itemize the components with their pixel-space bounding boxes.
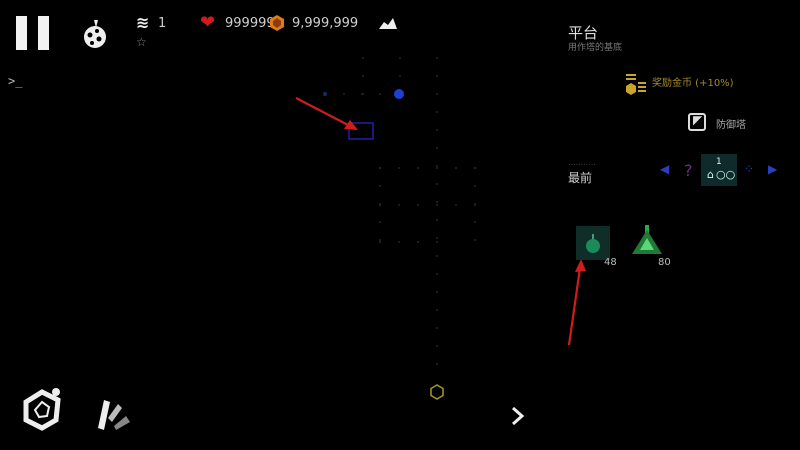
grid-dot	[398, 204, 400, 206]
reward-label: 奖励金币 (+10%)	[652, 78, 734, 89]
game-map[interactable]	[0, 0, 800, 450]
tower-mode-toggle[interactable]: ◤	[688, 113, 706, 131]
map-grid-dots	[325, 57, 476, 365]
grid-dot	[474, 185, 476, 187]
coin-icon	[270, 15, 284, 31]
grid-dot	[436, 75, 438, 77]
grid-dot	[436, 345, 438, 347]
grid-dot	[436, 147, 438, 149]
grid-dot	[379, 93, 381, 95]
green-tower-icon	[632, 225, 662, 254]
grid-dot	[436, 167, 438, 169]
priority-level: 1	[716, 157, 722, 167]
grid-dot	[379, 239, 381, 241]
panel-subtitle: 用作塔的基底	[568, 43, 623, 53]
priority-selected-slot[interactable]: 1 ⌂ ○○	[701, 154, 737, 186]
wave-icon: ≋	[136, 13, 150, 32]
chart-icon[interactable]	[378, 16, 398, 30]
grid-dot	[436, 327, 438, 329]
grid-dot	[436, 111, 438, 113]
grid-dot	[399, 57, 401, 59]
priority-next-arrow[interactable]: ▶	[768, 162, 777, 176]
grid-dot	[436, 183, 438, 185]
priority-hint: ...........	[568, 158, 596, 167]
grid-dot	[436, 255, 438, 257]
grid-dot	[474, 221, 476, 223]
enemy-spawn-portal	[394, 89, 404, 99]
grid-dot	[436, 237, 438, 239]
grid-dot	[455, 167, 457, 169]
waves-value: 1	[158, 16, 167, 31]
tower-cost-green: 80	[658, 257, 671, 268]
grid-dot	[417, 167, 419, 169]
grid-dot	[398, 167, 400, 169]
grid-dot	[379, 203, 381, 205]
research-icon[interactable]	[80, 18, 110, 50]
grid-dot	[379, 241, 381, 243]
annotation-arrow-tower	[567, 259, 586, 346]
next-icon[interactable]	[510, 406, 526, 426]
grid-dot	[436, 204, 438, 206]
grid-dot	[436, 57, 438, 59]
grid-dot	[436, 165, 438, 167]
grid-dot	[436, 241, 438, 243]
speed-icon[interactable]	[96, 398, 132, 432]
grid-dot	[399, 75, 401, 77]
grid-dot	[362, 57, 364, 59]
priority-unknown: ?	[684, 161, 693, 180]
tower-mode-label: 防御塔	[716, 120, 746, 131]
grid-dot	[379, 185, 381, 187]
core-icon[interactable]	[20, 386, 64, 432]
core-hex[interactable]	[430, 384, 444, 400]
grid-dot	[398, 241, 400, 243]
reward-coins-icon	[626, 74, 646, 95]
waves-counter: ≋ 1 ☆	[136, 13, 196, 55]
infinity-icon: ○○	[716, 168, 736, 181]
turret-icon: ◤	[693, 113, 703, 127]
grid-dot	[436, 291, 438, 293]
tower-button-basic[interactable]	[576, 226, 610, 260]
grid-dot	[436, 309, 438, 311]
grid-dot	[436, 363, 438, 365]
grid-dot	[436, 273, 438, 275]
grid-dot	[379, 167, 381, 169]
grid-dot	[417, 204, 419, 206]
tower-button-green[interactable]	[630, 224, 664, 258]
priority-label: 最前	[568, 171, 593, 185]
pause-button[interactable]	[16, 16, 50, 50]
coins-value: 9,999,999	[292, 16, 359, 31]
basic-tower-icon	[586, 234, 600, 253]
heart-icon: ❤	[200, 12, 216, 33]
priority-prev-arrow[interactable]: ◀	[660, 162, 669, 176]
grid-dot	[455, 204, 457, 206]
grid-dot	[436, 129, 438, 131]
grid-dot	[379, 221, 381, 223]
grid-dot	[362, 75, 364, 77]
grid-dot	[474, 167, 476, 169]
console-button[interactable]: >_	[8, 74, 22, 88]
grid-dot	[474, 203, 476, 205]
grid-dot	[436, 201, 438, 203]
grid-dot	[417, 241, 419, 243]
tower-cost-basic: 48	[604, 257, 617, 268]
annotation-arrow-map	[295, 97, 358, 130]
house-icon: ⌂	[707, 168, 714, 181]
grid-dot	[436, 93, 438, 95]
star-icon: ☆	[136, 35, 147, 49]
grid-dot	[474, 239, 476, 241]
grid-dot	[436, 219, 438, 221]
grid-dot	[343, 93, 345, 95]
spawn-marker	[323, 92, 327, 96]
grid-dot	[361, 93, 363, 95]
priority-next-item: ⁘	[744, 162, 755, 176]
